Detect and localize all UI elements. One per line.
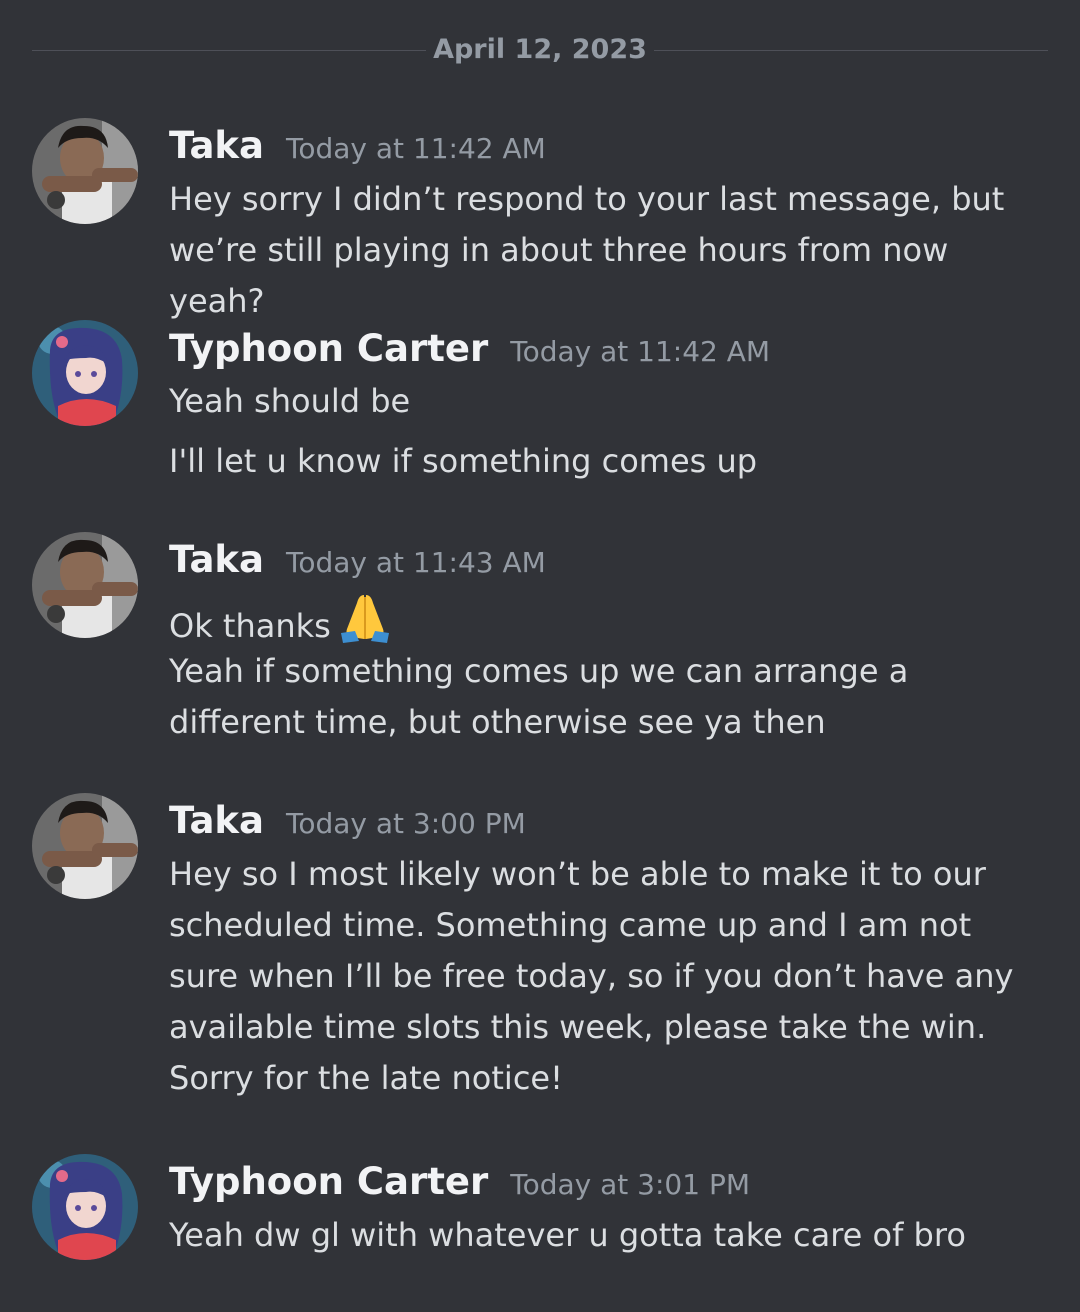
message-text: Hey sorry I didn’t respond to your last …: [169, 180, 1005, 320]
message-header: Taka Today at 3:00 PM: [169, 799, 526, 846]
message-text: Yeah if something comes up we can arrang…: [169, 652, 909, 741]
timestamp: Today at 3:00 PM: [286, 807, 526, 840]
message-header: Typhoon Carter Today at 3:01 PM: [169, 1160, 750, 1207]
timestamp: Today at 11:42 AM: [286, 132, 546, 165]
message-header: Taka Today at 11:43 AM: [169, 538, 546, 585]
username[interactable]: Typhoon Carter: [169, 327, 488, 370]
avatar-typhoon-carter[interactable]: [32, 1154, 138, 1260]
message-text: Yeah should be: [169, 382, 411, 420]
message-header: Taka Today at 11:42 AM: [169, 124, 546, 171]
username[interactable]: Typhoon Carter: [169, 1160, 488, 1203]
message-text: Hey so I most likely won’t be able to ma…: [169, 855, 1014, 1097]
username[interactable]: Taka: [169, 799, 264, 842]
username[interactable]: Taka: [169, 538, 264, 581]
avatar-taka[interactable]: [32, 793, 138, 899]
avatar-taka[interactable]: [32, 118, 138, 224]
message-text: Yeah dw gl with whatever u gotta take ca…: [169, 1216, 966, 1254]
message-header: Typhoon Carter Today at 11:42 AM: [169, 327, 770, 374]
avatar-typhoon-carter[interactable]: [32, 320, 138, 426]
message-text: I'll let u know if something comes up: [169, 442, 758, 480]
message-text: Ok thanks: [169, 607, 331, 645]
avatar-taka[interactable]: [32, 532, 138, 638]
divider-line-right: [654, 50, 1048, 51]
username[interactable]: Taka: [169, 124, 264, 167]
timestamp: Today at 3:01 PM: [510, 1168, 751, 1201]
timestamp: Today at 11:42 AM: [510, 335, 771, 368]
timestamp: Today at 11:43 AM: [286, 546, 546, 579]
